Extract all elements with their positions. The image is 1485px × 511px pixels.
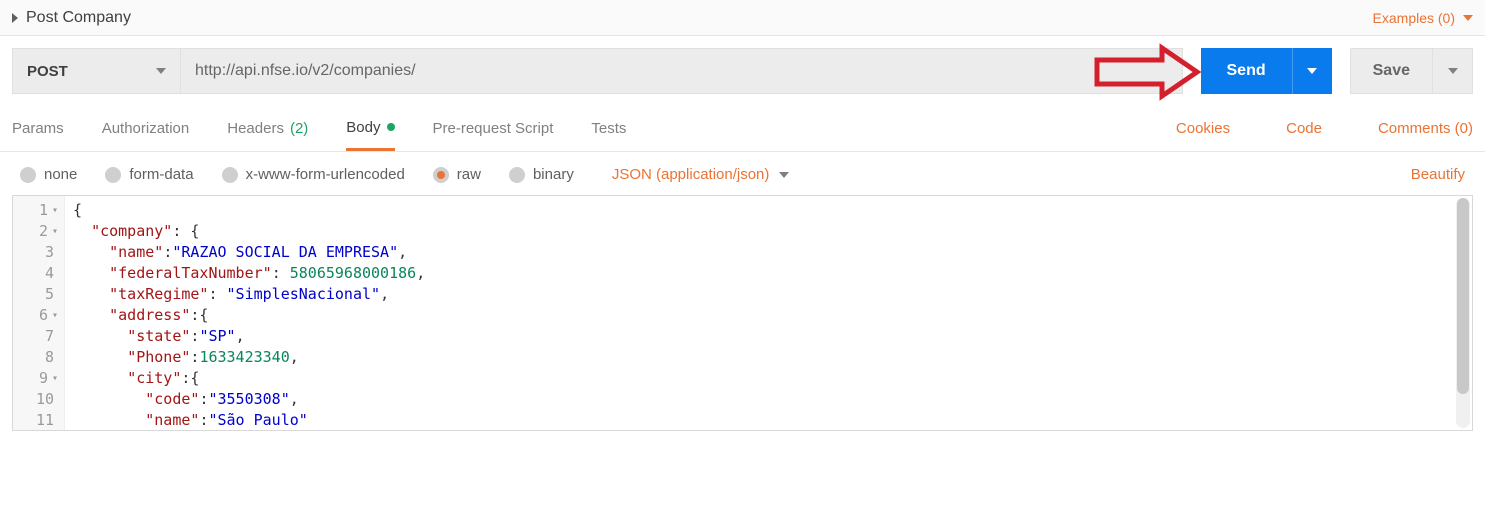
save-dropdown[interactable] — [1433, 48, 1473, 94]
radio-xwww[interactable]: x-www-form-urlencoded — [222, 166, 405, 183]
request-header: Post Company Examples (0) — [0, 0, 1485, 36]
examples-button[interactable]: Examples (0) — [1373, 10, 1455, 26]
request-tabs: Params Authorization Headers (2) Body Pr… — [0, 106, 1485, 152]
method-value: POST — [27, 63, 68, 80]
dot-icon — [387, 123, 395, 131]
url-value: http://api.nfse.io/v2/companies/ — [195, 62, 416, 80]
radio-binary[interactable]: binary — [509, 166, 574, 183]
body-type-row: none form-data x-www-form-urlencoded raw… — [0, 152, 1485, 195]
scrollbar[interactable] — [1456, 198, 1470, 428]
radio-none[interactable]: none — [20, 166, 77, 183]
radio-icon — [222, 167, 238, 183]
beautify-link[interactable]: Beautify — [1411, 166, 1465, 183]
send-dropdown[interactable] — [1292, 48, 1332, 94]
radio-icon — [433, 167, 449, 183]
radio-icon — [105, 167, 121, 183]
radio-icon — [509, 167, 525, 183]
chevron-down-icon[interactable] — [1463, 15, 1473, 21]
editor-code[interactable]: { "company": { "name":"RAZAO SOCIAL DA E… — [65, 196, 1472, 430]
comments-link[interactable]: Comments (0) — [1378, 120, 1473, 137]
scrollbar-thumb[interactable] — [1457, 198, 1469, 394]
tab-prerequest[interactable]: Pre-request Script — [433, 106, 554, 151]
tab-tests[interactable]: Tests — [591, 106, 626, 151]
body-editor[interactable]: 1▾2▾3 4 5 6▾7 8 9▾10 11 { "company": { "… — [12, 195, 1473, 431]
tab-authorization[interactable]: Authorization — [102, 106, 190, 151]
chevron-down-icon — [1307, 68, 1317, 74]
send-button[interactable]: Send — [1201, 48, 1292, 94]
radio-raw[interactable]: raw — [433, 166, 481, 183]
save-button[interactable]: Save — [1350, 48, 1433, 94]
chevron-down-icon — [779, 172, 789, 178]
chevron-down-icon — [156, 68, 166, 74]
cookies-link[interactable]: Cookies — [1176, 120, 1230, 137]
method-select[interactable]: POST — [12, 48, 180, 94]
editor-gutter: 1▾2▾3 4 5 6▾7 8 9▾10 11 — [13, 196, 65, 430]
collapse-icon[interactable] — [12, 13, 18, 23]
code-link[interactable]: Code — [1286, 120, 1322, 137]
radio-icon — [20, 167, 36, 183]
arrow-annotation-icon — [1092, 42, 1202, 102]
tab-body[interactable]: Body — [346, 106, 394, 151]
tab-params[interactable]: Params — [12, 106, 64, 151]
request-title: Post Company — [26, 9, 131, 27]
tab-headers[interactable]: Headers (2) — [227, 106, 308, 151]
chevron-down-icon — [1448, 68, 1458, 74]
url-input[interactable]: http://api.nfse.io/v2/companies/ — [180, 48, 1183, 94]
radio-formdata[interactable]: form-data — [105, 166, 193, 183]
content-type-select[interactable]: JSON (application/json) — [612, 166, 790, 183]
